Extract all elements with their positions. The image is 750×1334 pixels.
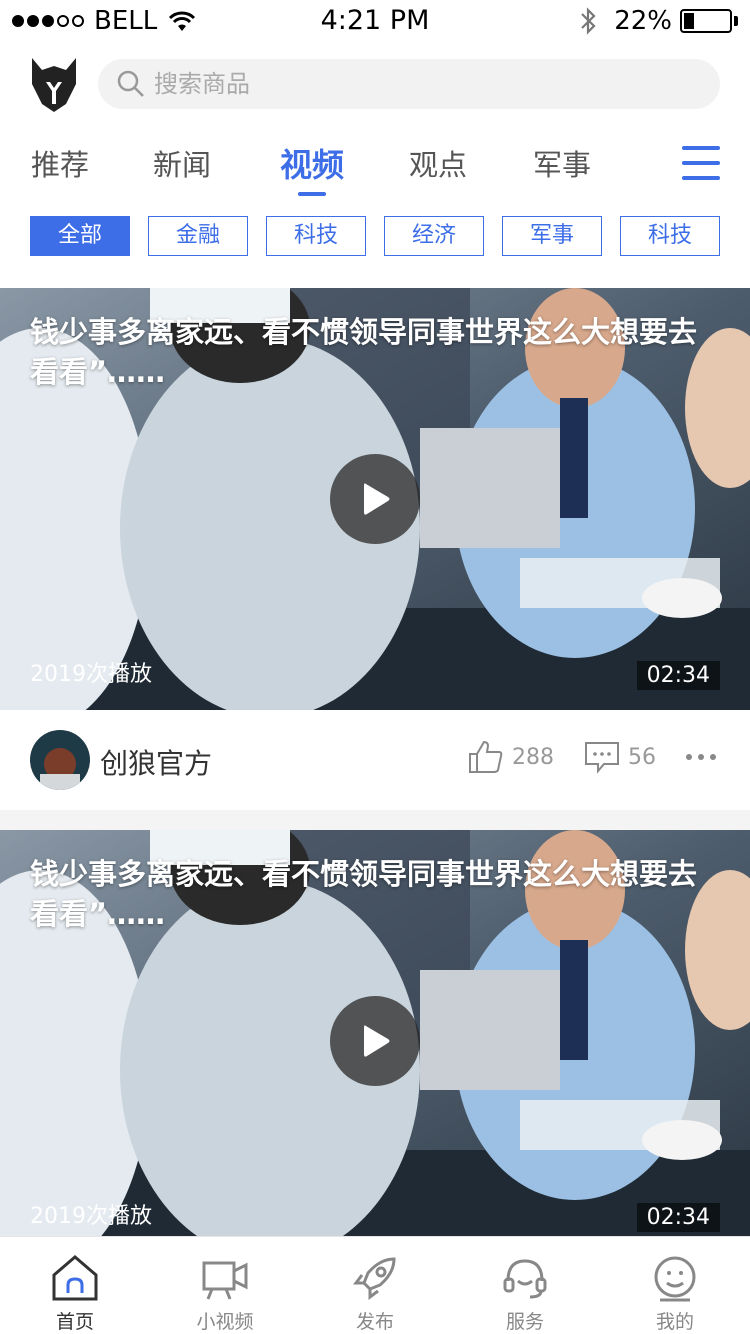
- video-title[interactable]: 钱少事多离家远、看不惯领导同事世界这么大想要去看看”……: [30, 312, 720, 392]
- nav-publish[interactable]: 发布: [300, 1237, 450, 1334]
- comment-button[interactable]: 56: [584, 740, 656, 774]
- tab-recommend[interactable]: 推荐: [0, 140, 120, 190]
- wolf-logo-icon[interactable]: [28, 54, 80, 114]
- more-icon[interactable]: [686, 754, 716, 760]
- avatar[interactable]: [30, 730, 90, 790]
- play-icon: [364, 483, 390, 515]
- search-input[interactable]: [154, 70, 654, 98]
- nav-label: 首页: [55, 1311, 94, 1333]
- nav-home[interactable]: 首页: [0, 1237, 150, 1334]
- nav-service[interactable]: 服务: [450, 1237, 600, 1334]
- search-icon: [117, 70, 144, 97]
- header: [0, 50, 750, 120]
- chip-military[interactable]: 军事: [502, 216, 602, 256]
- video-meta-row: 创狼官方 288 56: [0, 710, 750, 810]
- thumbs-up-icon: [469, 740, 503, 773]
- like-count: 288: [512, 744, 554, 770]
- bottom-nav: 首页 小视频 发布 服务 我的: [0, 1236, 750, 1334]
- search-bar[interactable]: [98, 59, 720, 109]
- chip-finance[interactable]: 金融: [148, 216, 248, 256]
- play-count: 2019次播放: [30, 1204, 152, 1229]
- play-count: 2019次播放: [30, 662, 152, 687]
- category-tabs: 推荐 新闻 视频 观点 军事: [0, 140, 750, 200]
- nav-label: 服务: [505, 1311, 544, 1333]
- tab-news[interactable]: 新闻: [122, 140, 242, 190]
- video-duration: 02:34: [636, 661, 720, 690]
- battery-percent: 22%: [614, 6, 672, 36]
- tab-video[interactable]: 视频: [252, 140, 372, 196]
- rocket-icon: [353, 1257, 396, 1300]
- nav-label: 我的: [655, 1311, 694, 1333]
- comment-count: 56: [628, 744, 656, 770]
- video-title[interactable]: 钱少事多离家远、看不惯领导同事世界这么大想要去看看”……: [30, 854, 720, 934]
- tab-military[interactable]: 军事: [502, 140, 622, 190]
- like-button[interactable]: 288: [468, 740, 554, 774]
- smiley-icon: [654, 1256, 696, 1302]
- chip-tech[interactable]: 科技: [266, 216, 366, 256]
- author-name[interactable]: 创狼官方: [100, 742, 212, 782]
- comment-icon: [585, 742, 619, 774]
- home-icon: [52, 1255, 98, 1301]
- nav-label: 小视频: [196, 1311, 254, 1333]
- video-card[interactable]: 钱少事多离家远、看不惯领导同事世界这么大想要去看看”…… 2019次播放 02:…: [0, 830, 750, 1236]
- bluetooth-icon: [581, 7, 596, 35]
- video-duration: 02:34: [636, 1203, 720, 1232]
- status-bar: BELL 4:21 PM 22%: [0, 0, 750, 40]
- filter-chips: 全部 金融 科技 经济 军事 科技: [30, 216, 720, 256]
- play-button[interactable]: [330, 454, 420, 544]
- play-icon: [364, 1025, 390, 1057]
- menu-icon[interactable]: [682, 146, 720, 184]
- card-divider: [0, 810, 750, 830]
- play-button[interactable]: [330, 996, 420, 1086]
- video-camera-icon: [202, 1261, 248, 1300]
- video-card[interactable]: 钱少事多离家远、看不惯领导同事世界这么大想要去看看”…… 2019次播放 02:…: [0, 288, 750, 710]
- chip-tech-2[interactable]: 科技: [620, 216, 720, 256]
- nav-short-video[interactable]: 小视频: [150, 1237, 300, 1334]
- battery-icon: [680, 9, 732, 33]
- active-tab-indicator: [298, 192, 326, 196]
- headset-icon: [503, 1259, 547, 1299]
- chip-all[interactable]: 全部: [30, 216, 130, 256]
- nav-label: 发布: [355, 1311, 394, 1333]
- tab-opinion[interactable]: 观点: [378, 140, 498, 190]
- chip-economy[interactable]: 经济: [384, 216, 484, 256]
- nav-profile[interactable]: 我的: [600, 1237, 750, 1334]
